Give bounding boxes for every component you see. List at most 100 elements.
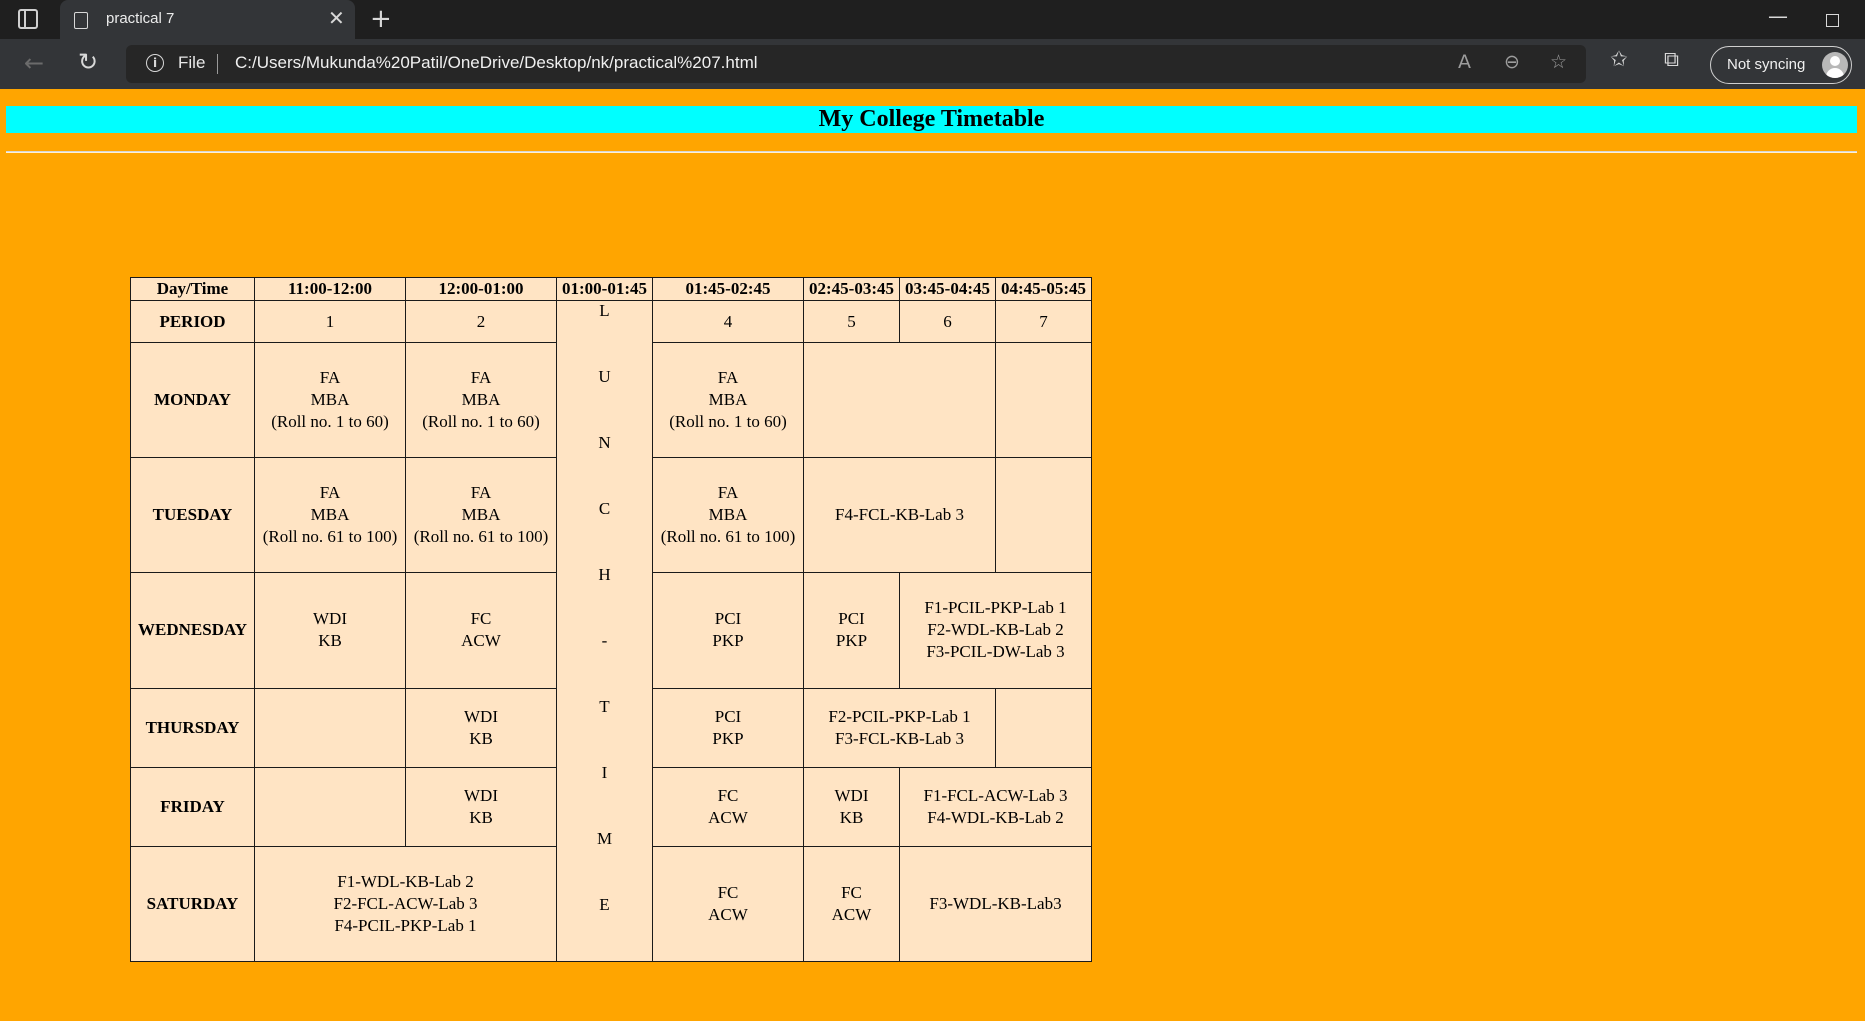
- cell-line: F4-FCL-KB-Lab 3: [835, 505, 964, 525]
- cell-line: PCI: [714, 609, 742, 629]
- address-scheme: File: [178, 53, 206, 72]
- cell-line: F4-WDL-KB-Lab 2: [927, 807, 1064, 827]
- cell-line: FA: [319, 483, 341, 503]
- empty-cell: [803, 342, 996, 459]
- profile-sync-button[interactable]: Not syncing: [1710, 46, 1852, 84]
- cell-line: FA: [717, 483, 739, 503]
- cell-line: F1-PCIL-PKP-Lab 1: [924, 598, 1067, 618]
- lab-cell: F3-WDL-KB-Lab3: [899, 845, 1092, 963]
- address-bar[interactable]: i File C:/Users/Mukunda%20Patil/OneDrive…: [126, 45, 1586, 83]
- tab-strip: practical 7 ✕ + —: [0, 0, 1865, 39]
- navigation-bar: ← ↻ i File C:/Users/Mukunda%20Patil/OneD…: [0, 39, 1865, 89]
- lunch-letter: I: [601, 763, 608, 782]
- class-cell: FA MBA (Roll no. 1 to 60): [254, 342, 406, 459]
- cell-line: MBA: [310, 390, 350, 410]
- collections-icon[interactable]: ⧉: [1664, 47, 1679, 72]
- cell-line: F2-WDL-KB-Lab 2: [927, 620, 1064, 640]
- cell-line: MBA: [461, 505, 501, 525]
- lunch-letter: E: [599, 895, 610, 914]
- lab-cell: F2-PCIL-PKP-Lab 1 F3-FCL-KB-Lab 3: [803, 687, 996, 768]
- class-cell: PCI PKP: [803, 572, 900, 689]
- lab-cell: F1-FCL-ACW-Lab 3 F4-WDL-KB-Lab 2: [899, 766, 1092, 847]
- header-cell: 11:00-12:00: [254, 277, 406, 301]
- cell-line: MBA: [708, 505, 748, 525]
- lab-cell: F1-PCIL-PKP-Lab 1 F2-WDL-KB-Lab 2 F3-PCI…: [899, 572, 1092, 689]
- period-number: 6: [899, 299, 996, 344]
- zoom-out-icon[interactable]: ⊖: [1504, 51, 1520, 73]
- header-cell: 02:45-03:45: [803, 277, 900, 301]
- new-tab-icon[interactable]: +: [370, 6, 392, 32]
- cell-line: (Roll no. 61 to 100): [262, 527, 398, 547]
- cell-line: KB: [469, 807, 493, 827]
- url-text[interactable]: C:/Users/Mukunda%20Patil/OneDrive/Deskto…: [235, 53, 758, 73]
- cell-line: F1-FCL-ACW-Lab 3: [923, 785, 1068, 805]
- day-label: WEDNESDAY: [130, 572, 255, 689]
- cell-line: ACW: [831, 904, 872, 924]
- favorites-icon[interactable]: ✩: [1610, 47, 1628, 71]
- cell-line: ACW: [708, 904, 748, 924]
- period-number: 5: [803, 299, 900, 344]
- cell-line: FA: [470, 483, 492, 503]
- cell-line: MBA: [461, 390, 501, 410]
- restore-icon[interactable]: [1826, 14, 1839, 27]
- cell-line: F3-WDL-KB-Lab3: [929, 893, 1062, 913]
- lunch-letter: N: [598, 433, 611, 452]
- lunch-letter: U: [598, 367, 611, 386]
- cell-line: (Roll no. 61 to 100): [413, 527, 549, 547]
- cell-line: WDI: [464, 785, 498, 805]
- info-icon[interactable]: i: [146, 54, 164, 72]
- empty-cell: [995, 687, 1092, 768]
- empty-cell: [995, 342, 1092, 459]
- cell-line: FC: [717, 785, 739, 805]
- lunch-letter: L: [599, 301, 610, 320]
- class-cell: FC ACW: [803, 845, 900, 963]
- period-row: PERIOD 1 2 L U N C H - T I M E 4 5 6 7: [130, 299, 1092, 962]
- lunch-letter: C: [598, 499, 611, 518]
- day-label: FRIDAY: [130, 766, 255, 847]
- cell-line: (Roll no. 61 to 100): [660, 527, 796, 547]
- cell-line: F3-PCIL-DW-Lab 3: [926, 642, 1065, 662]
- cell-line: PKP: [712, 631, 744, 651]
- cell-line: KB: [469, 728, 493, 748]
- lab-cell: F1-WDL-KB-Lab 2 F2-FCL-ACW-Lab 3 F4-PCIL…: [254, 845, 557, 963]
- day-label: SATURDAY: [130, 845, 255, 963]
- read-aloud-icon[interactable]: A: [1458, 51, 1471, 73]
- cell-line: WDI: [464, 706, 498, 726]
- refresh-icon[interactable]: ↻: [78, 48, 98, 76]
- cell-line: ACW: [461, 631, 501, 651]
- address-separator: [217, 54, 218, 74]
- cell-line: KB: [318, 631, 342, 651]
- cell-line: FC: [470, 609, 492, 629]
- cell-line: FC: [841, 882, 862, 902]
- cell-line: F4-PCIL-PKP-Lab 1: [334, 915, 477, 935]
- day-label: MONDAY: [130, 342, 255, 459]
- day-label: THURSDAY: [130, 687, 255, 768]
- tab-practical-7[interactable]: practical 7 ✕: [60, 0, 355, 39]
- add-favorite-icon[interactable]: ☆: [1550, 51, 1567, 73]
- cell-line: MBA: [310, 505, 350, 525]
- header-cell: 12:00-01:00: [405, 277, 557, 301]
- period-number: 7: [995, 299, 1092, 344]
- class-cell: FC ACW: [652, 845, 804, 963]
- header-cell: 01:45-02:45: [652, 277, 804, 301]
- header-cell: 04:45-05:45: [995, 277, 1092, 301]
- tab-actions-icon[interactable]: [18, 9, 40, 29]
- header-row: Day/Time 11:00-12:00 12:00-01:00 01:00-0…: [130, 277, 1092, 301]
- avatar-icon: [1822, 52, 1848, 78]
- period-label: PERIOD: [130, 299, 255, 344]
- header-cell: 01:00-01:45: [556, 277, 653, 301]
- close-tab-icon[interactable]: ✕: [328, 8, 345, 28]
- lunch-time-cell: L U N C H - T I M E: [556, 300, 653, 962]
- class-cell: PCI PKP: [652, 572, 804, 689]
- lunch-letter: -: [601, 631, 608, 650]
- cell-line: ACW: [708, 807, 748, 827]
- tab-title: practical 7: [106, 10, 175, 27]
- empty-cell: [254, 687, 406, 768]
- period-number: 4: [652, 299, 804, 344]
- class-cell: WDI KB: [803, 766, 900, 847]
- minimize-icon[interactable]: —: [1768, 4, 1788, 28]
- sync-label: Not syncing: [1727, 56, 1806, 73]
- class-cell: FC ACW: [652, 766, 804, 847]
- back-icon[interactable]: ←: [24, 49, 44, 77]
- lunch-letter: T: [599, 697, 610, 716]
